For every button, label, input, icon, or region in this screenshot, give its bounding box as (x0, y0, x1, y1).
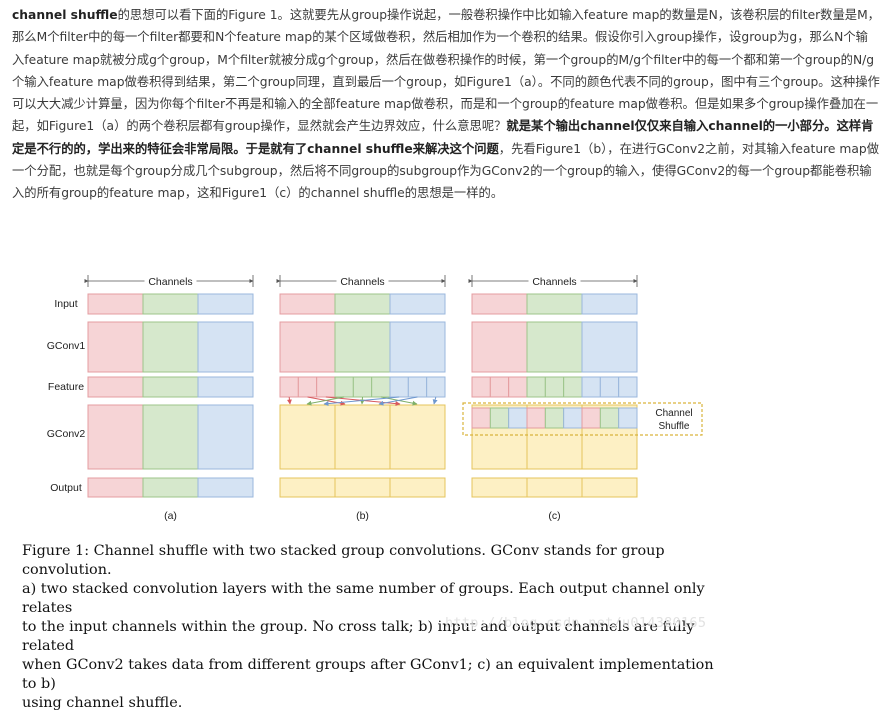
shuffled-subgroup (563, 407, 583, 429)
feature-subgroup (334, 376, 354, 398)
watermark: http://blog.csdn.net/u014380165 (445, 615, 707, 631)
output-block-group-2 (142, 477, 199, 498)
shuffled-subgroup (489, 407, 510, 429)
output-block-group-2 (526, 477, 583, 498)
panel-label: (c) (548, 510, 560, 522)
input-block-group-2 (526, 293, 583, 315)
input-block-group-2 (142, 293, 199, 315)
channels-label: Channels (148, 276, 192, 288)
output-block-group-3 (581, 477, 638, 498)
shuffled-subgroup (599, 407, 620, 429)
feature-block-group-2 (142, 376, 199, 398)
channel-shuffle-label: Channel (655, 408, 692, 419)
input-block-group-1 (279, 293, 336, 315)
feature-subgroup (489, 376, 510, 398)
caption-line-5: using channel shuffle. (22, 695, 183, 711)
feature-block-group-3 (197, 376, 254, 398)
input-block-group-2 (334, 293, 391, 315)
feature-subgroup (297, 376, 318, 398)
output-block-group-1 (87, 477, 144, 498)
feature-subgroup (389, 376, 409, 398)
gconv1-block-group-2 (142, 321, 199, 373)
caption-line-1: Figure 1: Channel shuffle with two stack… (22, 543, 665, 578)
feature-subgroup (508, 376, 528, 398)
row-label-feature: Feature (48, 381, 84, 393)
gconv1-block-group-1 (87, 321, 144, 373)
channels-label: Channels (340, 276, 384, 288)
feature-subgroup (581, 376, 601, 398)
feature-subgroup (563, 376, 583, 398)
article-paragraph: channel shuffle的思想可以看下面的Figure 1。这就要先从gr… (12, 4, 880, 205)
row-label-output: Output (50, 482, 82, 494)
gconv2-block-group-2 (142, 404, 199, 470)
feature-subgroup (471, 376, 491, 398)
gconv1-block-group-3 (389, 321, 446, 373)
gconv1-block-group-2 (334, 321, 391, 373)
feature-subgroup (279, 376, 299, 398)
gconv1-block-group-1 (279, 321, 336, 373)
row-label-gconv1: GConv1 (47, 340, 86, 352)
feature-subgroup (599, 376, 620, 398)
output-block-group-1 (471, 477, 528, 498)
input-block-group-1 (87, 293, 144, 315)
output-block-group-3 (197, 477, 254, 498)
shuffle-arrow (286, 396, 292, 405)
output-block-group-3 (389, 477, 446, 498)
shuffled-subgroup (618, 407, 638, 429)
feature-block-group-1 (87, 376, 144, 398)
feature-subgroup (316, 376, 336, 398)
shuffled-subgroup (544, 407, 565, 429)
feature-subgroup (352, 376, 373, 398)
gconv1-block-group-3 (197, 321, 254, 373)
caption-line-4: when GConv2 takes data from different gr… (22, 657, 714, 692)
article-text: channel shuffle的思想可以看下面的Figure 1。这就要先从gr… (12, 4, 880, 205)
gconv1-block-group-2 (526, 321, 583, 373)
gconv1-block-group-3 (581, 321, 638, 373)
input-block-group-3 (581, 293, 638, 315)
feature-subgroup (526, 376, 546, 398)
gconv2-block-group-3 (389, 404, 446, 470)
panel-label: (a) (164, 510, 177, 522)
input-block-group-1 (471, 293, 528, 315)
figure-1-diagram: Input GConv1 Feature GConv2 Output Channels (a… (47, 274, 703, 522)
shuffled-subgroup (508, 407, 528, 429)
gconv2-block-group-1 (87, 404, 144, 470)
panel-label: (b) (356, 510, 369, 522)
shuffled-subgroup (581, 407, 601, 429)
gconv2-block-group-3 (197, 404, 254, 470)
feature-subgroup (618, 376, 638, 398)
row-label-gconv2: GConv2 (47, 428, 86, 440)
channel-shuffle-label: Shuffle (659, 421, 690, 432)
article-text-segment: 的思想可以看下面的Figure 1。这就要先从group操作说起，一般卷积操作中… (12, 8, 880, 134)
gconv2-block-group-2 (334, 404, 391, 470)
input-block-group-3 (197, 293, 254, 315)
output-block-group-1 (279, 477, 336, 498)
row-label-input: Input (54, 298, 77, 310)
shuffled-subgroup (526, 407, 546, 429)
caption-line-2: a) two stacked convolution layers with t… (22, 581, 705, 616)
feature-subgroup (544, 376, 565, 398)
feature-subgroup (426, 376, 446, 398)
gconv2-block-group-1 (279, 404, 336, 470)
article-bold-segment: channel shuffle (12, 8, 118, 22)
feature-subgroup (371, 376, 391, 398)
gconv1-block-group-1 (471, 321, 528, 373)
input-block-group-3 (389, 293, 446, 315)
channels-label: Channels (532, 276, 576, 288)
output-block-group-2 (334, 477, 391, 498)
shuffle-arrow (432, 396, 438, 405)
shuffled-subgroup (471, 407, 491, 429)
feature-subgroup (407, 376, 428, 398)
